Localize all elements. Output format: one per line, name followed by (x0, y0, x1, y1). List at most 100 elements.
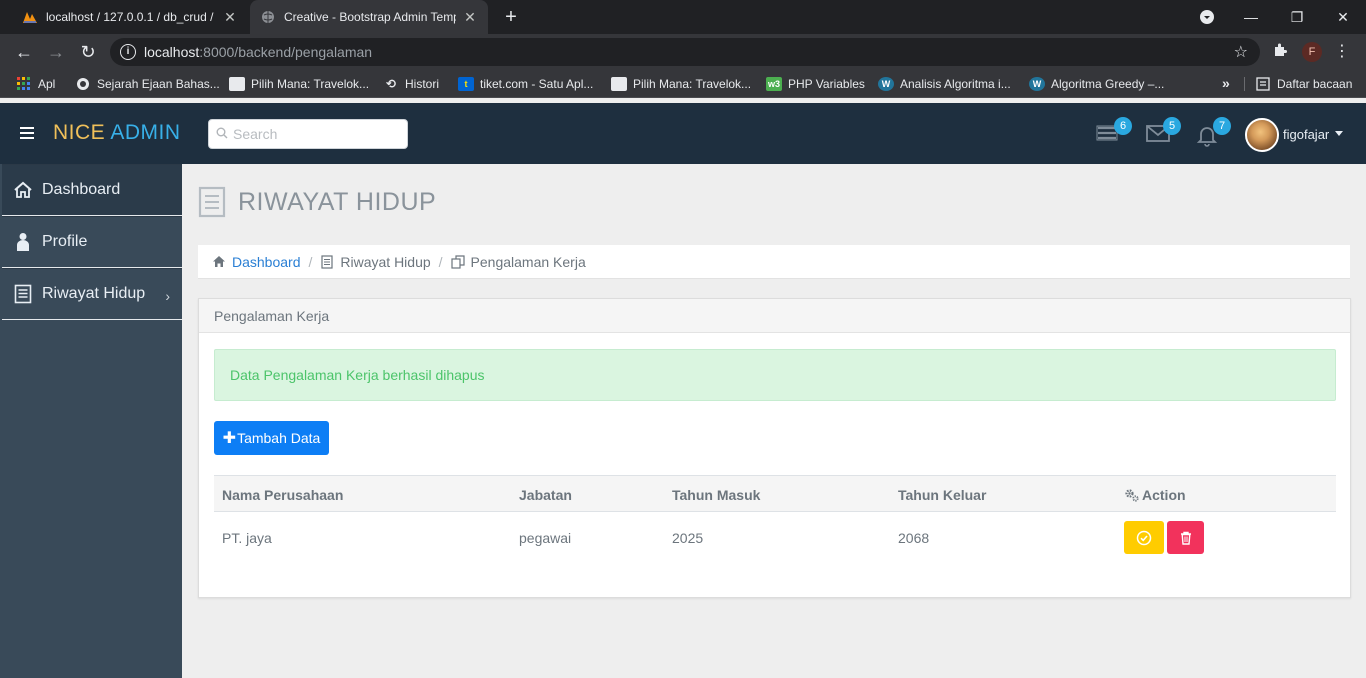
menu-toggle-icon[interactable] (20, 127, 34, 139)
breadcrumb-pengalaman-kerja: Pengalaman Kerja (450, 254, 586, 270)
bookmark-star-icon[interactable]: ☆ (1234, 42, 1248, 62)
notifications-button[interactable]: 7 (1195, 117, 1231, 147)
column-header-tahun-masuk: Tahun Masuk (672, 487, 761, 503)
travelok-icon (611, 77, 627, 91)
breadcrumb-riwayat-hidup[interactable]: Riwayat Hidup (320, 254, 431, 270)
bookmark-analisis-algoritma[interactable]: W Analisis Algoritma i... (878, 76, 1011, 92)
messages-button[interactable]: 5 (1145, 117, 1181, 147)
browser-tab-creative[interactable]: Creative - Bootstrap Admin Temp ✕ (250, 0, 488, 34)
add-data-button[interactable]: ✚ Tambah Data (214, 421, 329, 455)
bookmark-apps[interactable]: Apl (16, 76, 55, 92)
travelok-icon (229, 77, 245, 91)
bookmark-histori[interactable]: ⟲ Histori (383, 76, 439, 92)
search-icon (216, 127, 228, 139)
search-input[interactable] (233, 124, 403, 144)
cogs-icon (1125, 489, 1139, 502)
app-logo[interactable]: NICE ADMIN (53, 121, 181, 145)
breadcrumb-dashboard[interactable]: Dashboard (212, 254, 301, 270)
edit-button[interactable] (1124, 521, 1164, 554)
cell-tahun-keluar: 2068 (898, 530, 930, 546)
experience-panel: Pengalaman Kerja Data Pengalaman Kerja b… (198, 298, 1351, 598)
home-icon (212, 255, 226, 269)
column-header-nama-perusahaan: Nama Perusahaan (222, 487, 344, 503)
browser-menu-icon[interactable]: ⋮ (1334, 42, 1350, 62)
site-info-icon[interactable]: i (120, 44, 136, 60)
app-header: NICE ADMIN 6 5 7 figofajar (0, 103, 1366, 164)
sidebar-item-label: Dashboard (42, 181, 121, 198)
avatar[interactable] (1245, 118, 1279, 152)
trash-icon (1180, 531, 1191, 545)
bookmark-sejarah[interactable]: Sejarah Ejaan Bahas... (75, 76, 220, 92)
tasks-button[interactable]: 6 (1096, 117, 1132, 147)
sidebar: Dashboard Profile Riwayat Hidup › (0, 164, 182, 678)
extensions-icon[interactable] (1270, 42, 1290, 62)
more-bookmarks-button[interactable]: » (1222, 75, 1230, 91)
history-icon: ⟲ (385, 77, 397, 91)
close-tab-icon[interactable]: ✕ (462, 9, 478, 26)
tasks-badge: 6 (1114, 117, 1132, 135)
reading-list-icon (1255, 77, 1271, 91)
tab-title: localhost / 127.0.0.1 / db_crud / d (46, 10, 216, 24)
table-row: PT. jaya pegawai 2025 2068 (214, 512, 1336, 564)
globe-icon (75, 77, 91, 91)
browser-tab-phpmyadmin[interactable]: localhost / 127.0.0.1 / db_crud / d ✕ (12, 0, 248, 34)
cell-jabatan: pegawai (519, 530, 572, 546)
bookmark-algoritma-greedy[interactable]: W Algoritma Greedy –... (1029, 76, 1164, 92)
reading-list-button[interactable]: Daftar bacaan (1255, 76, 1352, 92)
bookmarks-divider (1244, 77, 1245, 91)
wordpress-icon: W (1029, 77, 1045, 91)
w3schools-icon: w3 (766, 77, 782, 91)
column-header-action: Action (1124, 487, 1186, 503)
sidebar-item-riwayat-hidup[interactable]: Riwayat Hidup › (2, 268, 182, 320)
phpmyadmin-icon (22, 9, 38, 25)
reload-icon[interactable]: ↻ (76, 40, 100, 64)
minimize-button[interactable]: — (1228, 0, 1274, 34)
tiket-icon: t (458, 77, 474, 91)
panel-title: Pengalaman Kerja (199, 299, 1350, 333)
notifications-badge: 7 (1213, 117, 1231, 135)
column-header-tahun-keluar: Tahun Keluar (898, 487, 987, 503)
browser-toolbar: ← → ↻ i localhost:8000/backend/pengalama… (0, 34, 1366, 70)
caret-down-icon[interactable] (1335, 131, 1343, 136)
page-title: RIWAYAT HIDUP (238, 187, 437, 216)
restore-button[interactable]: ❐ (1274, 0, 1320, 34)
tab-search-icon[interactable] (1184, 0, 1230, 34)
copy-icon (450, 254, 465, 269)
close-tab-icon[interactable]: ✕ (222, 9, 238, 26)
cell-nama-perusahaan: PT. jaya (222, 530, 272, 546)
document-icon (320, 254, 334, 269)
close-window-button[interactable]: ✕ (1320, 0, 1366, 34)
bookmarks-bar: Apl Sejarah Ejaan Bahas... Pilih Mana: T… (0, 70, 1366, 98)
address-bar[interactable]: i localhost:8000/backend/pengalaman ☆ (110, 38, 1260, 66)
breadcrumb-separator: / (438, 253, 443, 270)
sidebar-item-label: Profile (42, 233, 88, 250)
url-text[interactable]: localhost:8000/backend/pengalaman (144, 44, 372, 60)
column-header-jabatan: Jabatan (519, 487, 572, 503)
user-icon (12, 231, 34, 253)
browser-tab-bar: localhost / 127.0.0.1 / db_crud / d ✕ Cr… (0, 0, 1366, 34)
back-icon[interactable]: ← (12, 40, 36, 64)
sidebar-item-dashboard[interactable]: Dashboard (2, 164, 182, 216)
bookmark-travelok-1[interactable]: Pilih Mana: Travelok... (229, 76, 369, 92)
messages-badge: 5 (1163, 117, 1181, 135)
apps-grid-icon (16, 77, 32, 91)
new-tab-button[interactable]: + (500, 4, 522, 30)
home-icon (12, 179, 34, 201)
delete-button[interactable] (1167, 521, 1204, 554)
sidebar-item-label: Riwayat Hidup (42, 285, 146, 302)
breadcrumb: Dashboard / Riwayat Hidup / Pengalaman K… (198, 245, 1350, 279)
page-header: RIWAYAT HIDUP (198, 184, 436, 220)
success-alert: Data Pengalaman Kerja berhasil dihapus (214, 349, 1336, 401)
sidebar-item-profile[interactable]: Profile (2, 216, 182, 268)
cell-tahun-masuk: 2025 (672, 530, 704, 546)
document-icon (198, 186, 226, 218)
wordpress-icon: W (878, 77, 894, 91)
username[interactable]: figofajar (1283, 127, 1329, 142)
bookmark-php-variables[interactable]: w3 PHP Variables (766, 76, 865, 92)
forward-icon[interactable]: → (44, 40, 68, 64)
bookmark-tiket[interactable]: t tiket.com - Satu Apl... (458, 76, 593, 92)
plus-icon: ✚ (222, 430, 237, 447)
tab-title: Creative - Bootstrap Admin Temp (284, 10, 456, 24)
bookmark-travelok-2[interactable]: Pilih Mana: Travelok... (611, 76, 751, 92)
browser-profile-avatar[interactable]: F (1302, 42, 1322, 62)
